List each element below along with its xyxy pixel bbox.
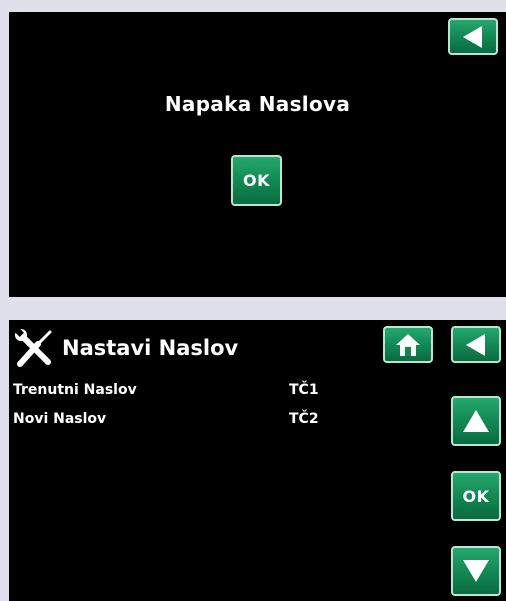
current-address-value: TČ1 [289, 382, 319, 398]
back-arrow-icon [463, 25, 482, 48]
new-address-value[interactable]: TČ2 [289, 411, 319, 427]
down-button[interactable] [451, 546, 501, 596]
new-address-label: Novi Naslov [13, 411, 107, 427]
back-button[interactable] [448, 18, 498, 55]
ok-button-label: OK [462, 486, 490, 506]
error-dialog-screen: Napaka Naslova OK [9, 12, 506, 297]
ok-button-label: OK [243, 171, 270, 190]
set-address-screen: Nastavi Naslov Trenutni Naslov TČ1 Novi … [9, 320, 506, 601]
down-arrow-icon [463, 560, 489, 582]
back-button[interactable] [451, 326, 501, 363]
dialog-title: Napaka Naslova [164, 92, 351, 116]
page-title: Nastavi Naslov [62, 336, 239, 360]
ok-button[interactable]: OK [231, 155, 282, 206]
current-address-label: Trenutni Naslov [13, 382, 137, 398]
tools-icon [14, 328, 52, 367]
up-arrow-icon [463, 410, 489, 432]
ok-button[interactable]: OK [451, 471, 501, 521]
back-arrow-icon [466, 333, 485, 356]
home-icon [396, 333, 420, 356]
up-button[interactable] [451, 396, 501, 446]
home-button[interactable] [383, 326, 433, 363]
